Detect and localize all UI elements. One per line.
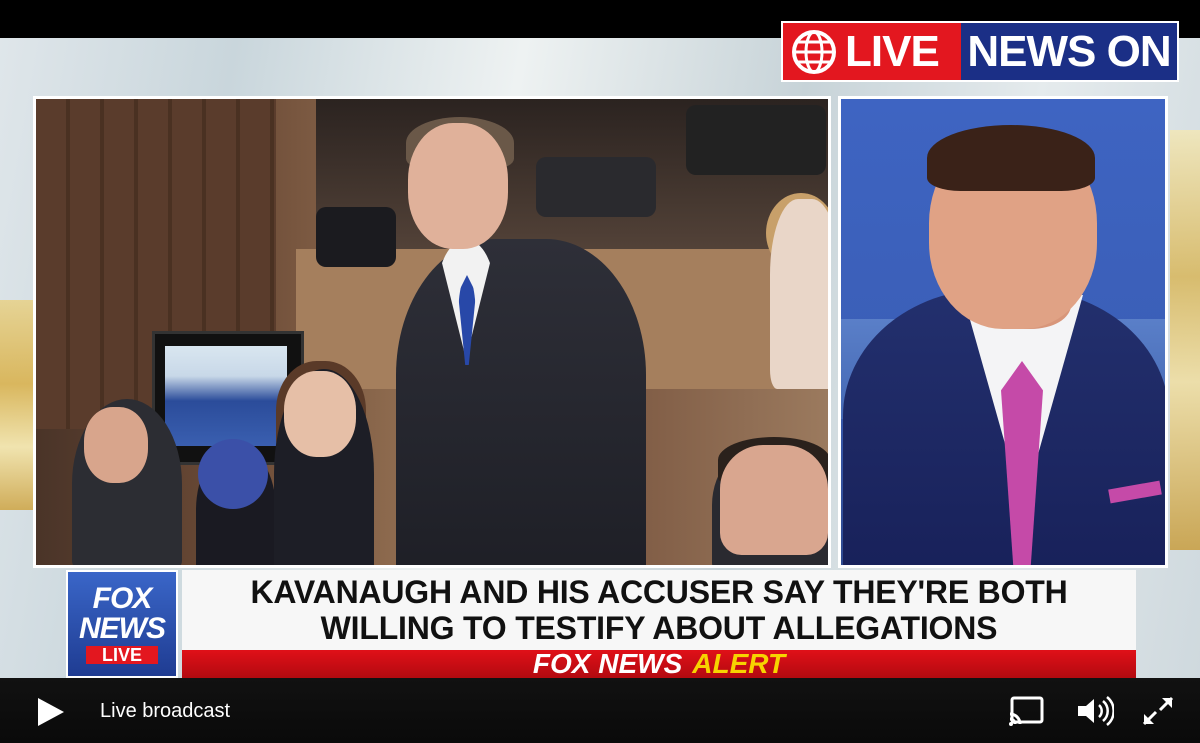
anchor-hair [927,125,1095,191]
fox-news-logo: FOX NEWS LIVE [66,570,178,678]
fullscreen-icon[interactable] [1138,694,1178,728]
globe-icon [792,29,836,74]
live-label: LIVE [845,26,940,76]
live-news-on-badge: LIVE NEWS ON [781,21,1179,82]
logo-line-1: FOX [92,582,153,615]
nominee-figure [396,239,646,565]
person-head [198,439,268,509]
news-alert-bar: FOX NEWS ALERT [182,650,1136,678]
volume-icon[interactable] [1074,694,1114,728]
anchor-video-feed [838,96,1168,568]
live-status: Live broadcast [100,700,231,722]
live-badge-red: LIVE [783,23,961,80]
headline-line-2: WILLING TO TESTIFY ABOUT ALLEGATIONS [320,610,998,646]
cast-icon[interactable] [1006,694,1046,728]
video-player[interactable]: LIVE NEWS ON KAVANAUGH AND HIS ACCUSER S… [0,0,1200,743]
camera-operator [686,105,826,175]
logo-line-3: LIVE [85,646,158,664]
play-icon[interactable] [32,694,68,730]
person [770,199,828,389]
news-on-block: NEWS ON [961,23,1177,80]
alert-word: ALERT [692,650,786,678]
backdrop-accent-right [1170,130,1200,550]
camera-operator [316,207,396,267]
nominee-head [408,123,508,249]
person-head [84,407,148,483]
camera-operator [536,157,656,217]
girl-head [284,371,356,457]
backdrop-accent-left [0,300,34,510]
headline-line-1: KAVANAUGH AND HIS ACCUSER SAY THEY'RE BO… [250,574,1068,610]
news-on-label: NEWS ON [967,26,1171,76]
person-head [720,445,828,555]
headline: KAVANAUGH AND HIS ACCUSER SAY THEY'RE BO… [182,570,1136,650]
monitor-screen [165,346,287,446]
hearing-video-feed [33,96,831,568]
logo-line-2: NEWS [79,612,166,645]
alert-brand: FOX NEWS [532,650,683,678]
